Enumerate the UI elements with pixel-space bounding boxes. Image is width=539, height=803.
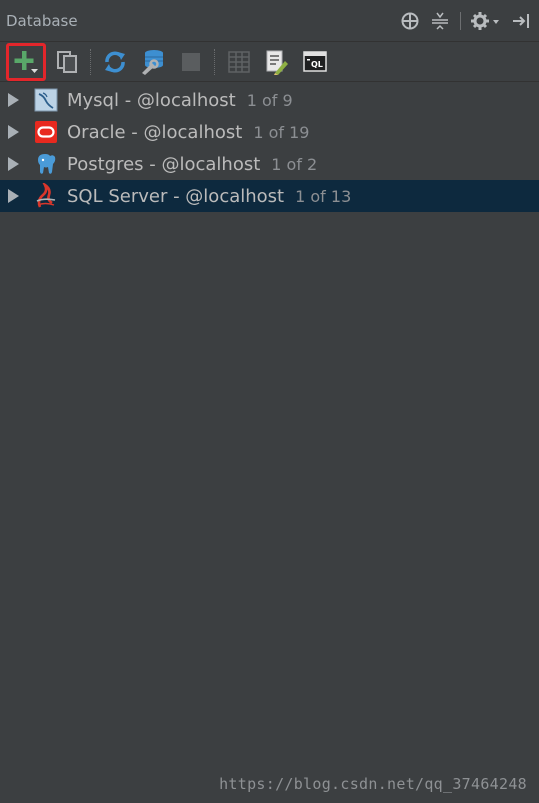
toolbar-separator	[214, 48, 216, 75]
expand-arrow-icon[interactable]	[8, 189, 19, 203]
stop-button[interactable]	[172, 44, 210, 80]
mysql-icon	[34, 88, 58, 112]
datasource-name: SQL Server - @localhost	[67, 185, 285, 207]
tree-row-mysql[interactable]: Mysql - @localhost 1 of 9	[0, 84, 539, 116]
duplicate-button[interactable]	[48, 44, 86, 80]
crosshair-icon[interactable]	[400, 11, 420, 31]
copy-icon	[57, 50, 77, 73]
watermark: https://blog.csdn.net/qq_37464248	[219, 775, 527, 793]
sql-badge: QL	[311, 60, 323, 69]
datasource-name: Oracle - @localhost	[67, 121, 243, 143]
datasource-name: Mysql - @localhost	[67, 89, 236, 111]
sql-console-icon: QL	[303, 50, 327, 72]
sqlserver-icon	[34, 183, 58, 208]
refresh-button[interactable]	[96, 44, 134, 80]
expand-arrow-icon[interactable]	[8, 125, 19, 139]
sql-console-button[interactable]: QL	[296, 44, 334, 80]
expand-arrow-icon[interactable]	[8, 157, 19, 171]
schema-count: 1 of 13	[295, 186, 352, 206]
tree-row-sqlserver[interactable]: SQL Server - @localhost 1 of 13	[0, 180, 539, 212]
properties-icon	[142, 49, 163, 75]
add-datasource-button[interactable]	[6, 42, 46, 81]
database-panel: Database QL Mysql - @localhost 1 of 9 Or…	[0, 0, 539, 803]
header-tools	[400, 11, 531, 31]
datasource-tree: Mysql - @localhost 1 of 9 Oracle - @loca…	[0, 82, 539, 212]
table-editor-button[interactable]	[220, 44, 258, 80]
refresh-icon	[105, 51, 125, 72]
toolbar: QL	[0, 42, 539, 82]
panel-header: Database	[0, 0, 539, 42]
collapse-icon[interactable]	[430, 11, 450, 31]
add-icon	[14, 50, 38, 73]
edit-icon	[266, 50, 288, 75]
panel-title: Database	[6, 11, 78, 30]
table-icon	[228, 50, 250, 73]
schema-count: 1 of 2	[271, 154, 318, 174]
schema-count: 1 of 19	[253, 122, 310, 142]
hide-icon[interactable]	[511, 11, 531, 31]
datasource-name: Postgres - @localhost	[67, 153, 261, 175]
edit-source-button[interactable]	[258, 44, 296, 80]
toolbar-separator	[90, 48, 92, 75]
oracle-icon	[34, 120, 58, 144]
gear-icon[interactable]	[471, 11, 501, 31]
tree-row-postgres[interactable]: Postgres - @localhost 1 of 2	[0, 148, 539, 180]
expand-arrow-icon[interactable]	[8, 93, 19, 107]
properties-button[interactable]	[134, 44, 172, 80]
postgres-icon	[34, 152, 58, 176]
tree-row-oracle[interactable]: Oracle - @localhost 1 of 19	[0, 116, 539, 148]
stop-icon	[182, 52, 200, 71]
header-separator	[460, 11, 461, 30]
schema-count: 1 of 9	[246, 90, 293, 110]
